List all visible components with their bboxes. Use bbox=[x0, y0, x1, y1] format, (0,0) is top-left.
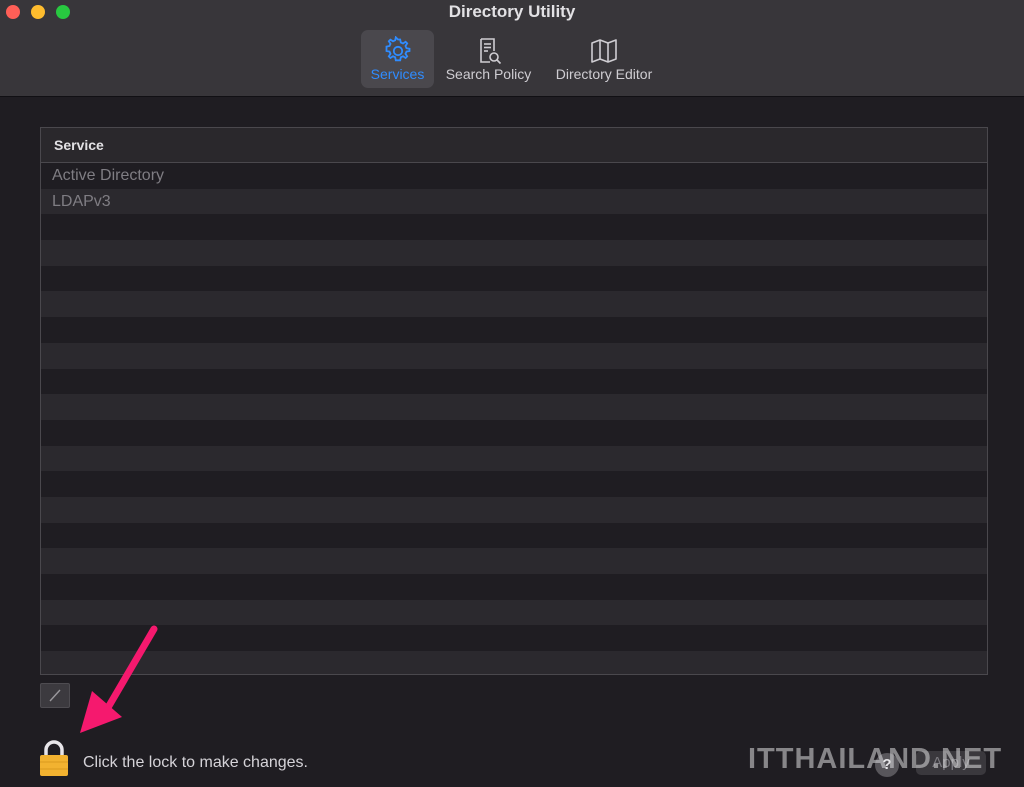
column-header-service[interactable]: Service bbox=[41, 128, 987, 163]
tab-directory-editor-label: Directory Editor bbox=[555, 66, 653, 82]
table-row[interactable]: LDAPv3 bbox=[41, 188, 987, 215]
table-row[interactable] bbox=[41, 625, 987, 652]
titlebar: Directory Utility Services Search Policy… bbox=[0, 0, 1024, 97]
table-row[interactable] bbox=[41, 419, 987, 446]
help-button[interactable]: ? bbox=[875, 753, 899, 777]
table-row[interactable] bbox=[41, 240, 987, 266]
table-row[interactable] bbox=[41, 394, 987, 420]
table-row[interactable] bbox=[41, 317, 987, 343]
table-row[interactable] bbox=[41, 291, 987, 318]
table-row[interactable] bbox=[41, 342, 987, 369]
tab-search-policy-label: Search Policy bbox=[445, 66, 532, 82]
services-table: Service Active Directory LDAPv3 bbox=[40, 127, 988, 675]
edit-button[interactable] bbox=[40, 683, 70, 708]
table-row[interactable] bbox=[41, 265, 987, 292]
search-document-icon bbox=[479, 38, 501, 65]
table-row[interactable] bbox=[41, 496, 987, 523]
services-list: Active Directory LDAPv3 bbox=[41, 163, 987, 674]
lock-status-text: Click the lock to make changes. bbox=[83, 754, 308, 771]
gear-icon bbox=[385, 36, 410, 62]
apply-button[interactable]: Apply bbox=[916, 751, 986, 775]
window-title: Directory Utility bbox=[448, 2, 576, 21]
table-row[interactable] bbox=[41, 368, 987, 395]
annotation-arrow-icon bbox=[80, 625, 158, 733]
pencil-icon bbox=[49, 689, 61, 702]
table-row[interactable] bbox=[41, 574, 987, 600]
table-row[interactable] bbox=[41, 471, 987, 497]
tab-directory-editor[interactable]: Directory Editor bbox=[547, 30, 661, 88]
table-row[interactable] bbox=[41, 445, 987, 472]
table-row[interactable]: Active Directory bbox=[41, 163, 987, 189]
table-row[interactable] bbox=[41, 599, 987, 626]
table-row[interactable] bbox=[41, 651, 987, 674]
table-row[interactable] bbox=[41, 548, 987, 574]
lock-icon[interactable] bbox=[38, 739, 70, 777]
table-row[interactable] bbox=[41, 214, 987, 241]
tab-services-label: Services bbox=[370, 66, 425, 82]
table-row[interactable] bbox=[41, 522, 987, 549]
map-icon bbox=[591, 39, 617, 63]
tab-search-policy[interactable]: Search Policy bbox=[440, 30, 537, 88]
tab-services[interactable]: Services bbox=[361, 30, 434, 88]
directory-utility-window: Directory Utility Services Search Policy… bbox=[0, 0, 1024, 787]
